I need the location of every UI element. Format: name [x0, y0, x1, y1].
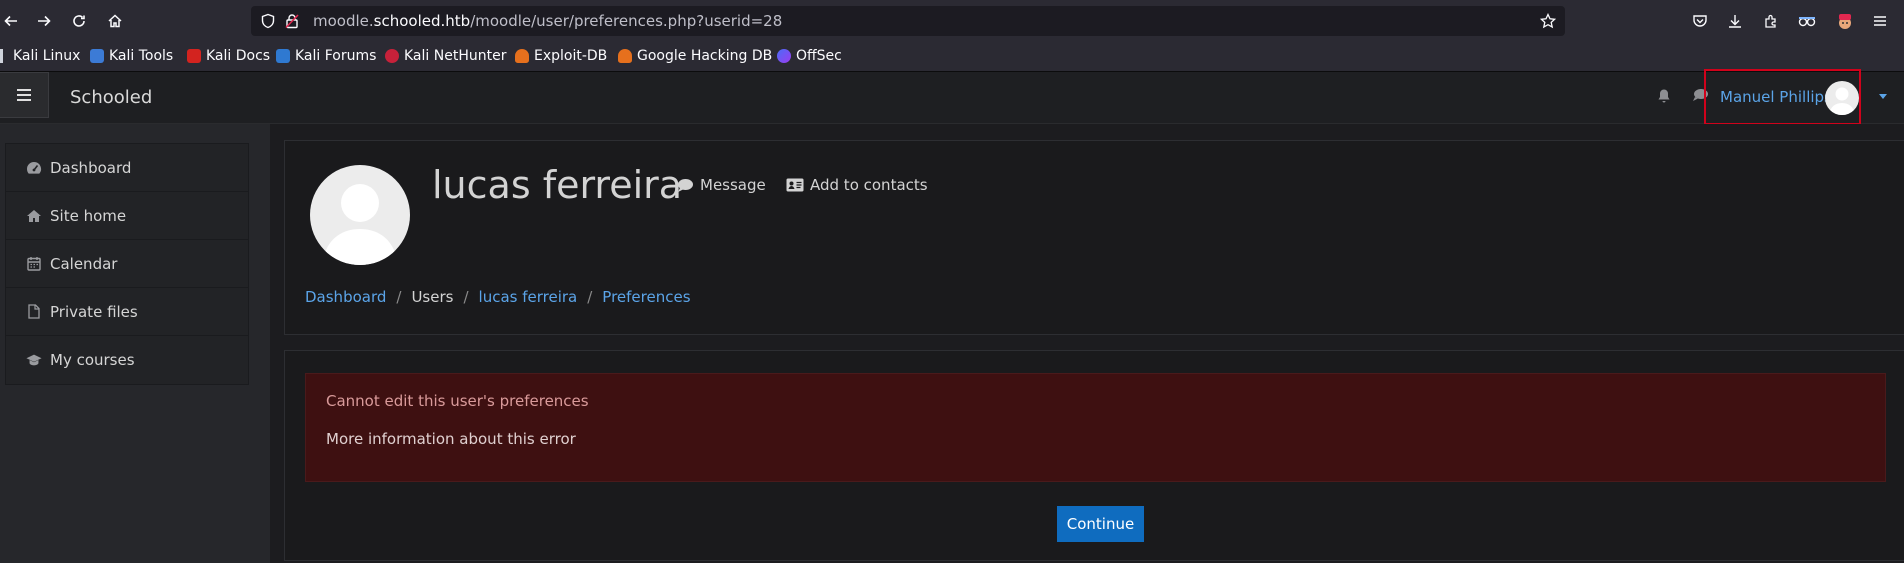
extensions-icon[interactable] [1761, 11, 1781, 31]
breadcrumb-separator: / [463, 288, 469, 306]
home-icon[interactable] [104, 10, 126, 32]
account-icon[interactable] [1797, 11, 1817, 31]
download-icon[interactable] [1725, 11, 1745, 31]
forward-icon[interactable] [33, 10, 55, 32]
graduation-cap-icon [26, 352, 42, 368]
user-menu-caret-icon[interactable] [1879, 94, 1887, 99]
browser-toolbar: moodle.schooled.htb/moodle/user/preferen… [0, 0, 1904, 43]
kali-dragon-icon [0, 49, 8, 63]
site-brand[interactable]: Schooled [70, 87, 152, 108]
breadcrumb-separator: / [587, 288, 593, 306]
continue-button[interactable]: Continue [1057, 506, 1144, 542]
sidebar-item-private-files[interactable]: Private files [6, 288, 248, 336]
add-contact-label: Add to contacts [810, 176, 928, 194]
error-card: Cannot edit this user's preferences More… [284, 350, 1904, 561]
reload-icon[interactable] [68, 10, 90, 32]
star-icon[interactable] [1539, 12, 1557, 30]
bookmark-label: Kali Docs [206, 48, 271, 64]
user-avatar[interactable] [1825, 81, 1859, 115]
back-icon[interactable] [0, 10, 22, 32]
exploit-db-icon [515, 49, 529, 63]
breadcrumb-user[interactable]: lucas ferreira [479, 288, 578, 306]
page-header-card: lucas ferreira Message Add to contacts D… [284, 140, 1904, 335]
pocket-icon[interactable] [1690, 11, 1710, 31]
sidebar-item-dashboard[interactable]: Dashboard [6, 144, 248, 192]
bookmark-label: Kali Linux [13, 48, 81, 64]
page-title: lucas ferreira [432, 163, 683, 207]
drawer-toggle-button[interactable] [0, 72, 49, 118]
site-navbar: Schooled [0, 72, 1904, 124]
home-icon [26, 208, 42, 224]
breadcrumb-dashboard[interactable]: Dashboard [305, 288, 386, 306]
address-card-icon [786, 177, 804, 193]
user-menu-name[interactable]: Manuel Phillips [1720, 88, 1832, 106]
comment-icon [676, 177, 694, 193]
message-button[interactable]: Message [676, 176, 766, 194]
url-path: /moodle/user/preferences.php?userid=28 [470, 12, 783, 30]
breadcrumb: Dashboard / Users / lucas ferreira / Pre… [305, 288, 691, 306]
bookmark-exploit-db[interactable]: Exploit-DB [515, 48, 607, 64]
ghdb-icon [618, 49, 632, 63]
kali-tools-icon [90, 49, 104, 63]
bookmarks-bar: Kali Linux Kali Tools Kali Docs Kali For… [0, 43, 1904, 72]
bookmark-label: Exploit-DB [534, 48, 608, 64]
sidebar-item-my-courses[interactable]: My courses [6, 336, 248, 384]
bookmark-label: OffSec [796, 48, 842, 64]
dashboard-icon [26, 160, 42, 176]
sidebar-item-calendar[interactable]: Calendar [6, 240, 248, 288]
sidebar-item-label: Private files [50, 302, 138, 321]
kali-forums-icon [276, 49, 290, 63]
bookmark-offsec[interactable]: OffSec [777, 48, 842, 64]
nethunter-icon [385, 49, 399, 63]
breadcrumb-users: Users [411, 288, 454, 306]
nav-drawer-list: Dashboard Site home Calendar Private fil… [5, 143, 249, 385]
message-label: Message [700, 176, 766, 194]
sidebar-item-label: Dashboard [50, 158, 132, 177]
sidebar-item-label: Calendar [50, 254, 118, 273]
error-more-info-link[interactable]: More information about this error [326, 430, 576, 448]
bookmark-label: Kali Forums [295, 48, 377, 64]
sidebar-item-label: Site home [50, 206, 127, 225]
bookmark-kali-tools[interactable]: Kali Tools [90, 48, 173, 64]
kali-docs-icon [187, 49, 201, 63]
nav-drawer: Dashboard Site home Calendar Private fil… [0, 124, 270, 563]
file-icon [26, 304, 42, 320]
bookmark-kali-docs[interactable]: Kali Docs [187, 48, 270, 64]
notification-bell-icon[interactable] [1656, 88, 1674, 106]
sidebar-item-label: My courses [50, 351, 135, 369]
menu-icon[interactable] [1870, 11, 1890, 31]
sidebar-item-site-home[interactable]: Site home [6, 192, 248, 240]
profile-icon[interactable] [1835, 11, 1855, 31]
calendar-icon [26, 256, 42, 272]
bookmark-kali-nethunter[interactable]: Kali NetHunter [385, 48, 506, 64]
breadcrumb-preferences[interactable]: Preferences [602, 288, 690, 306]
add-contact-button[interactable]: Add to contacts [786, 176, 928, 194]
offsec-icon [777, 49, 791, 63]
bookmark-google-hacking-db[interactable]: Google Hacking DB [618, 48, 772, 64]
lock-icon[interactable] [283, 12, 301, 30]
breadcrumb-separator: / [396, 288, 402, 306]
url-domain: schooled.htb [373, 12, 471, 30]
bookmark-kali-forums[interactable]: Kali Forums [276, 48, 376, 64]
hamburger-icon [17, 89, 31, 101]
page-content: lucas ferreira Message Add to contacts D… [270, 124, 1904, 563]
error-alert: Cannot edit this user's preferences More… [305, 373, 1886, 482]
error-message: Cannot edit this user's preferences [326, 392, 589, 410]
bookmark-label: Kali Tools [109, 48, 174, 64]
url-bar[interactable]: moodle.schooled.htb/moodle/user/preferen… [251, 6, 1565, 36]
url-prefix: moodle. [313, 12, 374, 30]
profile-picture [310, 165, 410, 265]
bookmark-kali-linux[interactable]: Kali Linux [0, 48, 80, 64]
url-text[interactable]: moodle.schooled.htb/moodle/user/preferen… [313, 12, 782, 30]
shield-icon[interactable] [259, 12, 277, 30]
bookmark-label: Kali NetHunter [404, 48, 507, 64]
bookmark-label: Google Hacking DB [637, 48, 773, 64]
